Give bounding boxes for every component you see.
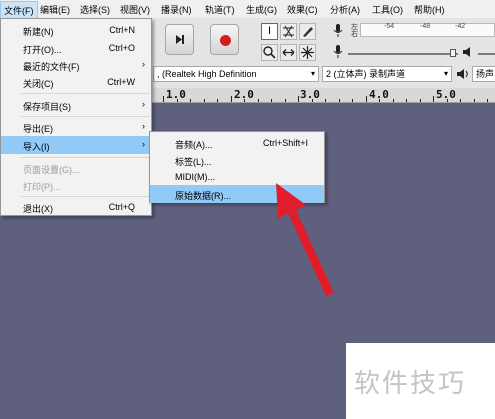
channels-select[interactable]: 2 (立体声) 录制声道 ▾ xyxy=(322,66,452,82)
chevron-down-icon: ▾ xyxy=(443,69,448,78)
speaker-icon xyxy=(462,45,474,62)
menu-analyze[interactable]: 分析(A) xyxy=(330,3,360,16)
selection-tool-icon[interactable]: I xyxy=(261,23,278,40)
output-volume-slider[interactable] xyxy=(478,53,495,55)
menu-item-print[interactable]: 打印(P)... xyxy=(1,176,151,194)
ruler-tick xyxy=(271,99,272,102)
ruler-tick xyxy=(163,96,164,102)
meter-left-label: 左 xyxy=(351,24,358,31)
record-button[interactable] xyxy=(210,24,239,55)
menu-item-open[interactable]: 打开(O)... Ctrl+O xyxy=(1,39,151,57)
ruler-tick xyxy=(365,96,367,102)
chevron-down-icon: ▾ xyxy=(310,69,315,78)
skip-to-end-button[interactable] xyxy=(165,24,194,55)
menu-separator xyxy=(21,157,149,158)
menu-separator xyxy=(21,116,149,117)
menu-view[interactable]: 视图(V) xyxy=(120,3,150,16)
output-device-value: 扬声 xyxy=(476,69,495,79)
input-volume-slider[interactable] xyxy=(348,53,458,55)
ruler-tick xyxy=(230,96,232,102)
input-device-value: , (Realtek High Definition xyxy=(157,69,257,79)
channels-value: 2 (立体声) 录制声道 xyxy=(326,69,406,79)
chevron-right-icon: › xyxy=(142,121,145,131)
menu-edit[interactable]: 编辑(E) xyxy=(40,3,70,16)
ruler-tick xyxy=(325,99,326,102)
ruler-tick xyxy=(379,99,380,102)
watermark-text: 软件技巧 xyxy=(354,368,467,398)
chevron-right-icon: › xyxy=(142,59,145,69)
ruler-tick xyxy=(244,99,245,102)
ruler-tick xyxy=(217,99,218,102)
ruler-tick xyxy=(176,99,178,102)
meter-tick: -42 xyxy=(455,23,466,30)
ruler-tick xyxy=(392,99,394,102)
ruler-tick xyxy=(298,96,299,102)
ruler-label: 3.0 xyxy=(300,88,320,101)
menu-separator xyxy=(21,196,149,197)
menu-item-close[interactable]: 关闭(C) Ctrl+W xyxy=(1,73,151,91)
menu-separator xyxy=(21,93,149,94)
zoom-tool-icon[interactable] xyxy=(261,44,278,61)
meter-tick: -54 xyxy=(384,23,395,30)
draw-tool-icon[interactable] xyxy=(299,23,316,40)
ruler-tick xyxy=(190,99,191,102)
menu-item-save-project[interactable]: 保存项目(S) › xyxy=(1,96,151,114)
menu-tracks[interactable]: 轨道(T) xyxy=(205,3,235,16)
ruler-tick xyxy=(352,99,353,102)
meter-right-label: 右 xyxy=(351,31,358,38)
ruler-tick xyxy=(446,99,448,102)
microphone-icon[interactable] xyxy=(333,24,343,41)
chevron-right-icon: › xyxy=(142,99,145,109)
envelope-tool-icon[interactable] xyxy=(280,23,297,40)
menu-item-export[interactable]: 导出(E) › xyxy=(1,118,151,136)
record-meter[interactable]: 左 右 -54 -48 -42 xyxy=(351,23,495,38)
chevron-right-icon: › xyxy=(142,139,145,149)
ruler-tick xyxy=(460,99,461,102)
ruler-tick xyxy=(311,99,313,102)
input-volume-icon xyxy=(333,45,343,62)
ruler-tick xyxy=(203,99,205,102)
ruler-tick xyxy=(419,99,421,102)
red-arrow-annotation xyxy=(276,183,334,296)
output-device-select[interactable]: 扬声 xyxy=(472,66,495,82)
ruler-tick xyxy=(473,99,475,102)
record-icon xyxy=(220,35,231,46)
menu-effect[interactable]: 效果(C) xyxy=(287,3,318,16)
menu-item-import[interactable]: 导入(I) › xyxy=(1,136,151,154)
file-menu: 新建(N) Ctrl+N 打开(O)... Ctrl+O 最近的文件(F) › … xyxy=(0,18,152,216)
menu-item-recent-files[interactable]: 最近的文件(F) › xyxy=(1,56,151,74)
menu-tools[interactable]: 工具(O) xyxy=(372,3,403,16)
timeshift-tool-icon[interactable] xyxy=(280,44,297,61)
ruler-tick xyxy=(338,99,340,102)
menu-item-exit[interactable]: 退出(X) Ctrl+Q xyxy=(1,198,151,216)
menu-item-page-setup[interactable]: 页面设置(G)... xyxy=(1,159,151,177)
menu-select[interactable]: 选择(S) xyxy=(80,3,110,16)
skip-end-icon xyxy=(176,35,184,44)
menu-item-new[interactable]: 新建(N) Ctrl+N xyxy=(1,21,151,39)
menu-item-import-labels[interactable]: 标签(L)... xyxy=(150,151,324,169)
meter-tick: -48 xyxy=(420,23,431,30)
ruler-tick xyxy=(284,99,286,102)
ruler-tick xyxy=(487,99,488,102)
input-device-select[interactable]: , (Realtek High Definition ▾ xyxy=(153,66,319,82)
menu-transport[interactable]: 播录(N) xyxy=(161,3,192,16)
menu-help[interactable]: 帮助(H) xyxy=(414,3,445,16)
speaker-icon xyxy=(456,67,470,84)
menu-generate[interactable]: 生成(G) xyxy=(246,3,277,16)
ruler-tick xyxy=(257,99,259,102)
menu-item-import-audio[interactable]: 音频(A)... Ctrl+Shift+I xyxy=(150,134,324,152)
multi-tool-icon[interactable] xyxy=(299,44,316,61)
menu-bar: 文件(F) 编辑(E) 选择(S) 视图(V) 播录(N) 轨道(T) 生成(G… xyxy=(0,0,495,20)
ruler-tick xyxy=(406,99,407,102)
watermark: 软件技巧 xyxy=(346,343,495,419)
input-volume-knob[interactable] xyxy=(450,49,456,57)
ruler-tick xyxy=(433,96,434,102)
